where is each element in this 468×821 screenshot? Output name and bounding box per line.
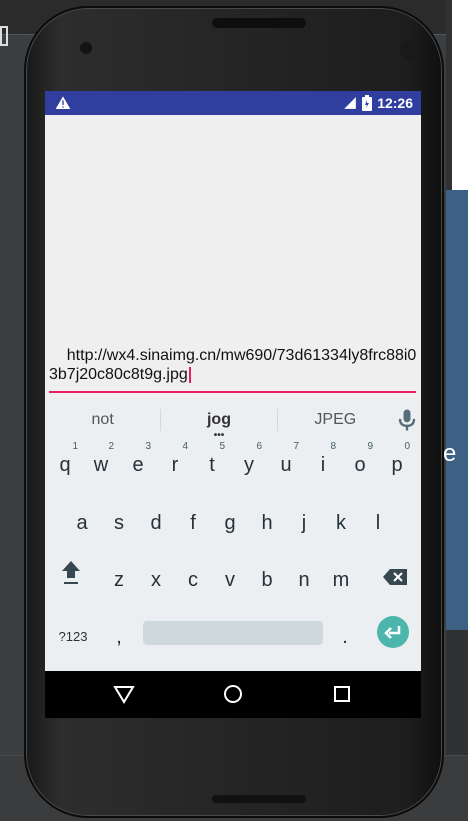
key-x[interactable]: x — [138, 558, 174, 602]
status-bar: 12:26 — [45, 91, 421, 115]
key-t[interactable]: t5 — [194, 441, 230, 487]
status-time: 12:26 — [377, 95, 413, 111]
space-bar[interactable] — [143, 621, 323, 645]
soft-keyboard: not jog ••• JPEG q1 w2 e3 r4 t5 y6 u7 i8… — [45, 401, 421, 671]
key-r[interactable]: r4 — [157, 441, 193, 487]
key-f[interactable]: f — [175, 501, 211, 545]
input-underline — [49, 391, 416, 393]
key-y[interactable]: y6 — [231, 441, 267, 487]
key-r-label: r — [171, 454, 179, 476]
url-text: http://wx4.sinaimg.cn/mw690/73d61334ly8f… — [49, 347, 417, 383]
back-icon[interactable] — [111, 681, 137, 707]
key-p-hint: 0 — [404, 441, 410, 452]
enter-icon — [384, 626, 401, 639]
key-b[interactable]: b — [249, 558, 285, 602]
comma-key[interactable]: , — [101, 615, 137, 659]
key-t-label: t — [209, 454, 215, 476]
bottom-speaker — [212, 795, 306, 803]
key-p-label: p — [391, 454, 403, 476]
key-t-hint: 5 — [219, 441, 225, 452]
key-i[interactable]: i8 — [305, 441, 341, 487]
period-key[interactable]: . — [327, 615, 363, 659]
key-o-hint: 9 — [367, 441, 373, 452]
battery-icon — [362, 95, 373, 111]
signal-icon — [344, 97, 357, 109]
ide-right-letter: e — [443, 440, 457, 467]
status-right: 12:26 — [343, 94, 413, 112]
enter-key[interactable] — [377, 616, 409, 648]
key-row-2: a s d f g h j k l — [45, 501, 421, 553]
suggestion-3[interactable]: JPEG — [278, 411, 393, 429]
key-w[interactable]: w2 — [83, 441, 119, 487]
home-icon[interactable] — [220, 681, 246, 707]
alert-icon — [55, 96, 71, 109]
ide-right-blue-panel — [446, 190, 468, 630]
text-cursor — [188, 366, 191, 383]
key-a[interactable]: a — [64, 501, 100, 545]
phone-screen: 12:26 http://wx4.sinaimg.cn/mw690/73d613… — [45, 91, 421, 718]
key-o-label: o — [354, 454, 366, 476]
key-o[interactable]: o9 — [342, 441, 378, 487]
key-u[interactable]: u7 — [268, 441, 304, 487]
front-sensor — [80, 42, 92, 54]
key-p[interactable]: p0 — [379, 441, 415, 487]
key-r-hint: 4 — [182, 441, 188, 452]
ide-toolbar-icon — [0, 26, 8, 46]
key-j[interactable]: j — [286, 501, 322, 545]
key-i-label: i — [320, 454, 326, 476]
key-row-4: ?123 , . — [45, 615, 421, 667]
key-v[interactable]: v — [212, 558, 248, 602]
key-h[interactable]: h — [249, 501, 285, 545]
shift-icon — [62, 561, 80, 584]
key-q-label: q — [59, 454, 71, 476]
key-s[interactable]: s — [101, 501, 137, 545]
key-e-label: e — [132, 454, 144, 476]
key-k[interactable]: k — [323, 501, 359, 545]
suggestion-2-text: jog — [206, 410, 231, 428]
key-m[interactable]: m — [323, 558, 359, 602]
key-g[interactable]: g — [212, 501, 248, 545]
symbols-key[interactable]: ?123 — [49, 615, 97, 659]
key-row-3: z x c v b n m — [45, 558, 421, 610]
key-u-label: u — [280, 454, 292, 476]
top-speaker — [212, 18, 306, 28]
key-e[interactable]: e3 — [120, 441, 156, 487]
suggestion-1[interactable]: not — [45, 411, 160, 429]
microphone-icon[interactable] — [393, 406, 421, 434]
key-y-label: y — [244, 454, 254, 476]
navigation-bar — [45, 671, 421, 718]
key-e-hint: 3 — [145, 441, 151, 452]
key-w-hint: 2 — [108, 441, 114, 452]
key-y-hint: 6 — [256, 441, 262, 452]
key-i-hint: 8 — [330, 441, 336, 452]
suggestion-strip: not jog ••• JPEG — [45, 401, 421, 441]
recents-icon[interactable] — [329, 681, 355, 707]
key-z[interactable]: z — [101, 558, 137, 602]
key-n[interactable]: n — [286, 558, 322, 602]
shift-key[interactable] — [53, 558, 89, 602]
key-q-hint: 1 — [72, 441, 78, 452]
key-c[interactable]: c — [175, 558, 211, 602]
backspace-key[interactable] — [377, 558, 413, 602]
suggestion-more-dots-icon: ••• — [213, 429, 225, 441]
key-d[interactable]: d — [138, 501, 174, 545]
key-l[interactable]: l — [360, 501, 396, 545]
key-row-1: q1 w2 e3 r4 t5 y6 u7 i8 o9 p0 — [45, 441, 421, 495]
key-u-hint: 7 — [293, 441, 299, 452]
backspace-icon — [383, 569, 407, 585]
key-w-label: w — [93, 454, 109, 476]
front-camera — [400, 40, 420, 60]
suggestion-2[interactable]: jog ••• — [161, 410, 276, 441]
key-q[interactable]: q1 — [47, 441, 83, 487]
